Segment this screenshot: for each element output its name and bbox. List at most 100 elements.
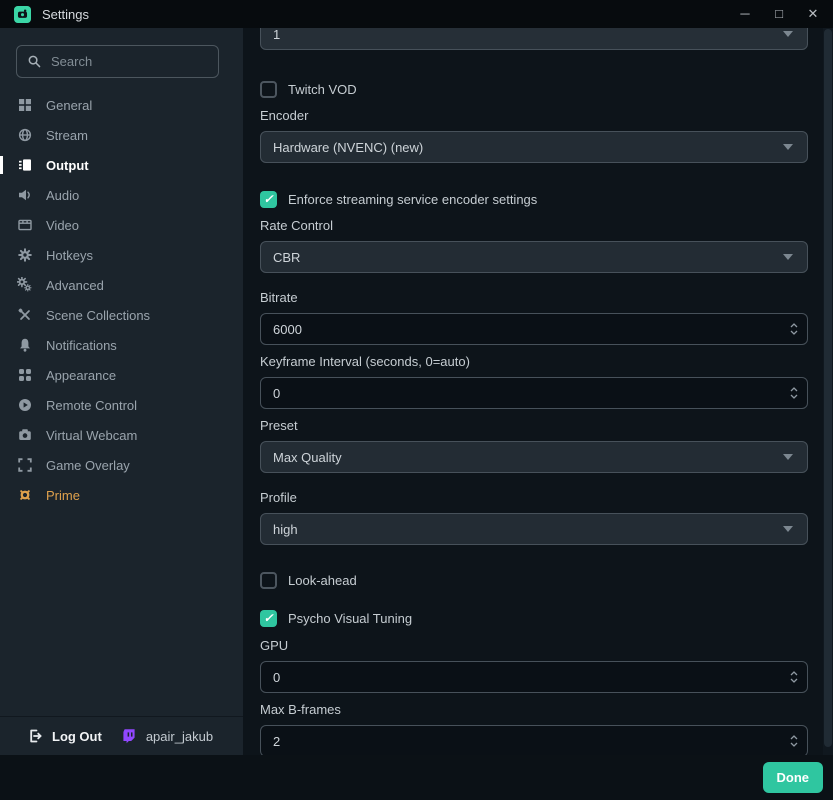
gpu-input[interactable]: [261, 670, 789, 685]
encoder-select[interactable]: Hardware (NVENC) (new): [260, 131, 808, 163]
chevron-down-icon: [783, 454, 793, 460]
encoder-label: Encoder: [260, 108, 308, 123]
sidebar-item-prime[interactable]: Prime: [0, 480, 243, 510]
twitch-vod-label: Twitch VOD: [288, 82, 357, 97]
profile-select[interactable]: high: [260, 513, 808, 545]
spinner-icon[interactable]: [789, 321, 799, 337]
gpu-label: GPU: [260, 638, 288, 653]
sidebar-item-appearance[interactable]: Appearance: [0, 360, 243, 390]
bitrate-input[interactable]: [261, 322, 789, 337]
spinner-icon[interactable]: [789, 733, 799, 749]
sidebar-nav: General Stream Output Audio Video: [0, 90, 243, 510]
gear-icon: [16, 247, 33, 264]
select-value: CBR: [273, 250, 783, 265]
logout-button[interactable]: Log Out: [52, 729, 102, 744]
sidebar-item-label: Remote Control: [46, 398, 137, 413]
chevron-down-icon: [783, 31, 793, 37]
chevron-down-icon: [783, 526, 793, 532]
speaker-icon: [16, 187, 33, 204]
sidebar-item-label: Prime: [46, 488, 80, 503]
spinner-icon[interactable]: [789, 385, 799, 401]
max-bframes-field: [260, 725, 808, 755]
check-icon: ✓: [263, 192, 273, 206]
check-icon: ✓: [263, 611, 273, 625]
select-value: high: [273, 522, 783, 537]
logout-icon: [27, 728, 43, 744]
close-button[interactable]: ✕: [803, 4, 823, 24]
checkbox-checked-icon[interactable]: ✓: [260, 610, 277, 627]
dots-grid-icon: [16, 367, 33, 384]
chevron-down-icon: [783, 254, 793, 260]
search-box[interactable]: [16, 45, 219, 78]
checkbox-checked-icon[interactable]: ✓: [260, 191, 277, 208]
sidebar-item-label: Advanced: [46, 278, 104, 293]
search-input[interactable]: [51, 54, 191, 69]
keyframe-interval-label: Keyframe Interval (seconds, 0=auto): [260, 354, 470, 369]
sidebar-item-remote-control[interactable]: Remote Control: [0, 390, 243, 420]
sidebar-item-virtual-webcam[interactable]: Virtual Webcam: [0, 420, 243, 450]
sidebar-item-label: Audio: [46, 188, 79, 203]
profile-label: Profile: [260, 490, 297, 505]
search-icon: [27, 54, 42, 69]
select-value: Hardware (NVENC) (new): [273, 140, 783, 155]
maximize-button[interactable]: □: [769, 4, 789, 24]
checkbox-unchecked-icon[interactable]: [260, 572, 277, 589]
enforce-settings-label: Enforce streaming service encoder settin…: [288, 192, 537, 207]
expand-icon: [16, 457, 33, 474]
sidebar-item-scene-collections[interactable]: Scene Collections: [0, 300, 243, 330]
keyframe-interval-input[interactable]: [261, 386, 789, 401]
sidebar: General Stream Output Audio Video: [0, 28, 243, 755]
settings-window: Settings ─ □ ✕ General Stream: [0, 0, 833, 800]
sidebar-item-output[interactable]: Output: [0, 150, 243, 180]
psycho-visual-tuning-label: Psycho Visual Tuning: [288, 611, 412, 626]
max-bframes-label: Max B-frames: [260, 702, 341, 717]
rate-control-select[interactable]: CBR: [260, 241, 808, 273]
main-area: General Stream Output Audio Video: [0, 28, 833, 755]
max-bframes-input[interactable]: [261, 734, 789, 749]
done-button[interactable]: Done: [763, 762, 824, 793]
prime-icon: [16, 487, 33, 504]
titlebar: Settings ─ □ ✕: [0, 0, 833, 28]
twitch-icon: [121, 728, 137, 744]
psycho-visual-tuning-checkbox-row[interactable]: ✓ Psycho Visual Tuning: [260, 609, 412, 627]
sidebar-footer: Log Out apair_jakub: [0, 716, 243, 755]
checkbox-unchecked-icon[interactable]: [260, 81, 277, 98]
tools-icon: [16, 307, 33, 324]
sidebar-item-label: Scene Collections: [46, 308, 150, 323]
grid-icon: [16, 97, 33, 114]
gpu-field: [260, 661, 808, 693]
preset-label: Preset: [260, 418, 298, 433]
bitrate-field: [260, 313, 808, 345]
window-controls: ─ □ ✕: [735, 4, 833, 24]
scrollbar-thumb[interactable]: [824, 29, 832, 747]
sidebar-item-label: Video: [46, 218, 79, 233]
app-logo-icon: [14, 6, 31, 23]
enforce-settings-checkbox-row[interactable]: ✓ Enforce streaming service encoder sett…: [260, 190, 537, 208]
dialog-footer: Done: [0, 755, 833, 800]
sidebar-item-label: Stream: [46, 128, 88, 143]
spinner-icon[interactable]: [789, 669, 799, 685]
sidebar-item-stream[interactable]: Stream: [0, 120, 243, 150]
look-ahead-label: Look-ahead: [288, 573, 357, 588]
sidebar-item-label: Virtual Webcam: [46, 428, 137, 443]
sidebar-item-audio[interactable]: Audio: [0, 180, 243, 210]
logged-in-username: apair_jakub: [146, 729, 213, 744]
keyframe-interval-field: [260, 377, 808, 409]
sidebar-item-advanced[interactable]: Advanced: [0, 270, 243, 300]
sidebar-item-game-overlay[interactable]: Game Overlay: [0, 450, 243, 480]
content-scrollbar[interactable]: [823, 28, 833, 755]
twitch-vod-checkbox-row[interactable]: Twitch VOD: [260, 80, 357, 98]
sidebar-item-notifications[interactable]: Notifications: [0, 330, 243, 360]
minimize-button[interactable]: ─: [735, 4, 755, 24]
sidebar-item-label: General: [46, 98, 92, 113]
sidebar-item-video[interactable]: Video: [0, 210, 243, 240]
film-icon: [16, 217, 33, 234]
preset-select[interactable]: Max Quality: [260, 441, 808, 473]
sidebar-item-label: Game Overlay: [46, 458, 130, 473]
sidebar-item-general[interactable]: General: [0, 90, 243, 120]
top-partial-select[interactable]: 1: [260, 28, 808, 50]
sidebar-item-label: Appearance: [46, 368, 116, 383]
look-ahead-checkbox-row[interactable]: Look-ahead: [260, 571, 357, 589]
globe-icon: [16, 127, 33, 144]
sidebar-item-hotkeys[interactable]: Hotkeys: [0, 240, 243, 270]
